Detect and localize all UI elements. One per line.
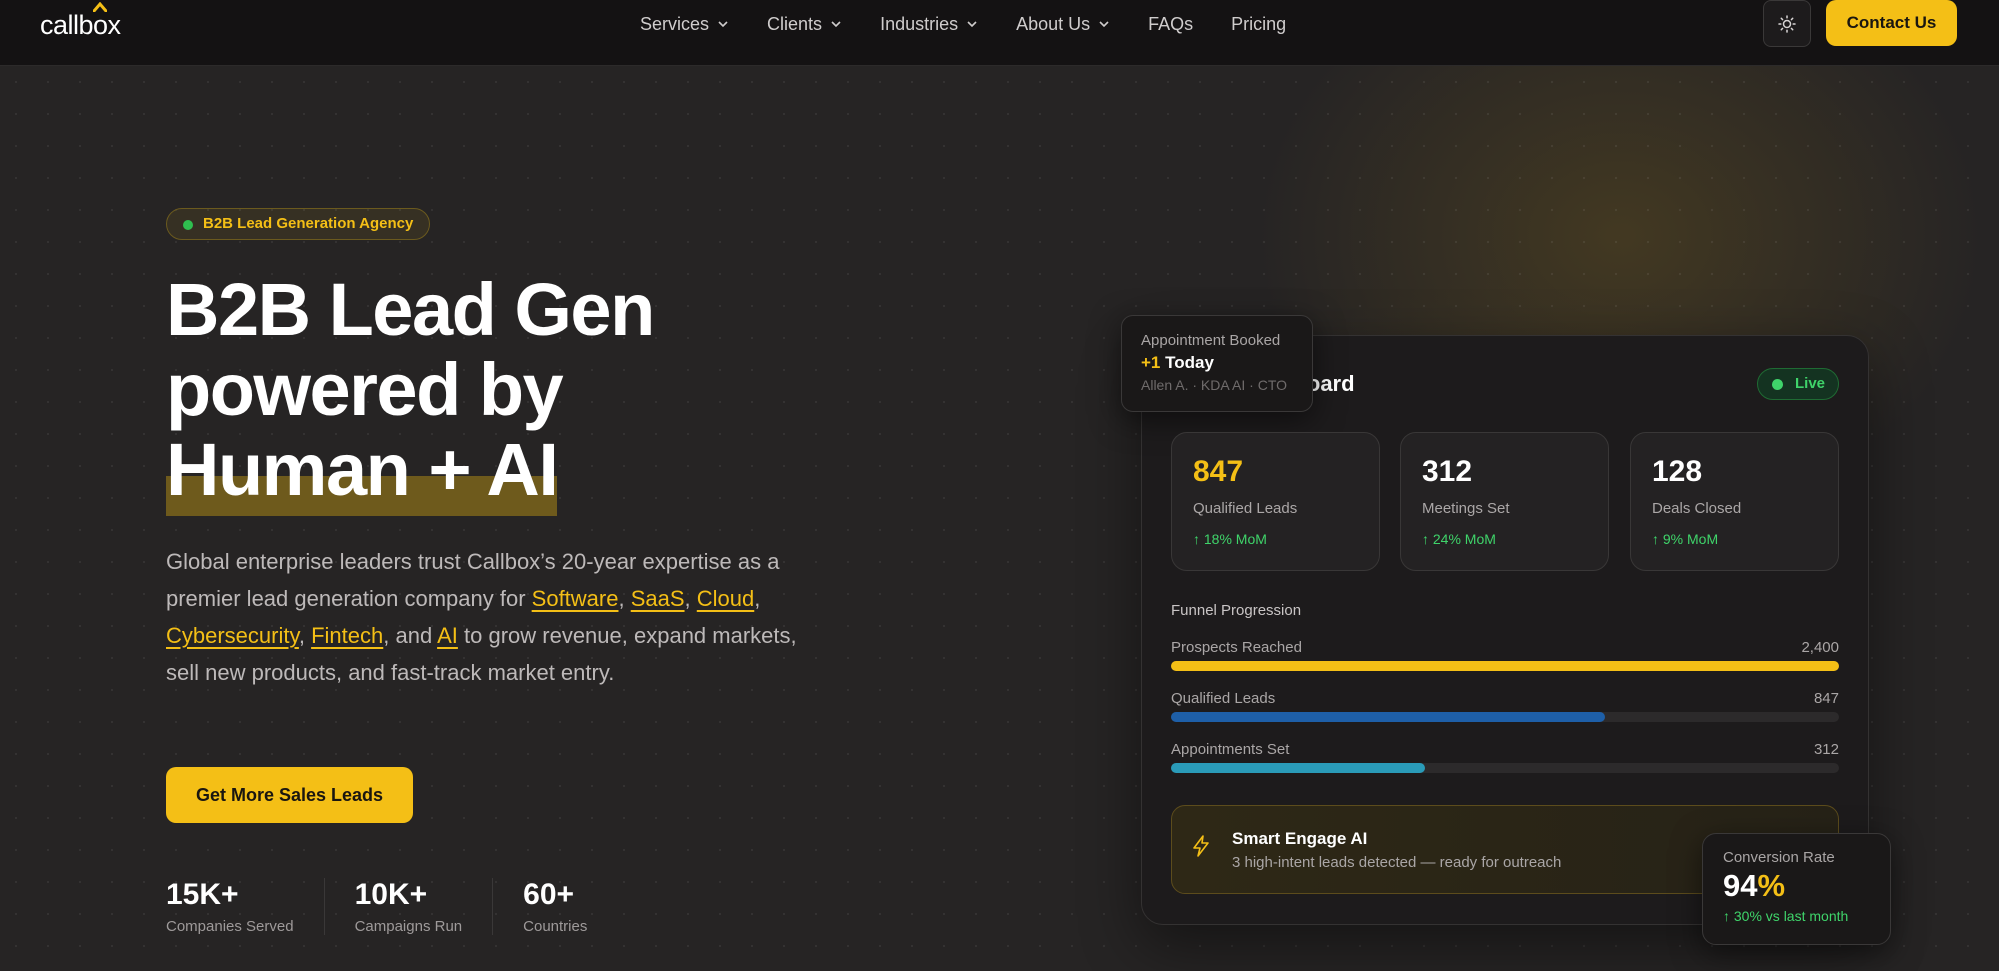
link-fintech[interactable]: Fintech bbox=[311, 623, 383, 648]
stat-campaigns: 10K+ Campaigns Run bbox=[355, 878, 494, 935]
kpi-deals-closed: 128 Deals Closed ↑ 9% MoM bbox=[1630, 432, 1839, 571]
live-dot bbox=[1772, 379, 1783, 390]
nav-item-label: About Us bbox=[1016, 13, 1091, 34]
conversion-value: 94% bbox=[1723, 868, 1890, 904]
kpi-value: 128 bbox=[1652, 455, 1703, 488]
nav-item-label: Pricing bbox=[1231, 13, 1287, 34]
funnel-label: Appointments Set bbox=[1171, 741, 1290, 758]
logo[interactable]: callbox bbox=[40, 10, 121, 41]
chevron-down-icon bbox=[718, 21, 728, 28]
conversion-percent: % bbox=[1757, 868, 1786, 903]
progress-fill bbox=[1171, 712, 1606, 722]
link-cybersecurity[interactable]: Cybersecurity bbox=[166, 623, 299, 648]
funnel-value: 312 bbox=[1813, 741, 1839, 758]
nav-item-industries[interactable]: Industries bbox=[880, 13, 978, 35]
kpi-value: 847 bbox=[1193, 455, 1244, 488]
stat-label: Campaigns Run bbox=[354, 918, 463, 935]
toast-period: Today bbox=[1160, 353, 1214, 372]
toast-increment: +1 bbox=[1141, 353, 1161, 372]
nav-item-pricing[interactable]: Pricing bbox=[1231, 13, 1286, 35]
nav-item-label: Industries bbox=[880, 13, 959, 34]
chevron-down-icon bbox=[1099, 21, 1109, 28]
live-badge: Live bbox=[1757, 368, 1839, 400]
hero-headline: B2B Lead Gen powered by Human + AI bbox=[166, 268, 786, 516]
stat-countries: 60+ Countries bbox=[523, 878, 617, 935]
hero-badge: B2B Lead Generation Agency bbox=[166, 208, 431, 240]
stat-companies: 15K+ Companies Served bbox=[166, 878, 325, 935]
stat-value: 10K+ bbox=[354, 878, 428, 911]
toast-subtitle: Allen A. · KDA AI · CTO bbox=[1141, 377, 1288, 393]
conversion-title: Conversion Rate bbox=[1723, 849, 1835, 866]
funnel-label: Prospects Reached bbox=[1171, 639, 1302, 656]
conversion-rate-card: Conversion Rate 94% ↑ 30% vs last month bbox=[1702, 833, 1891, 945]
nav-item-services[interactable]: Services bbox=[640, 13, 729, 35]
kpi-delta: ↑ 18% MoM bbox=[1193, 531, 1267, 547]
kpi-label: Meetings Set bbox=[1422, 500, 1510, 517]
hero-description: Global enterprise leaders trust Callbox’… bbox=[166, 549, 797, 685]
progress-track bbox=[1171, 763, 1839, 773]
kpi-meetings-set: 312 Meetings Set ↑ 24% MoM bbox=[1400, 432, 1609, 571]
badge-label: B2B Lead Generation Agency bbox=[203, 215, 414, 232]
conversion-delta: ↑ 30% vs last month bbox=[1723, 908, 1849, 924]
kpi-delta: ↑ 9% MoM bbox=[1652, 531, 1719, 547]
progress-track bbox=[1171, 661, 1839, 671]
stat-label: Companies Served bbox=[166, 918, 294, 935]
chevron-down-icon bbox=[831, 21, 841, 28]
nav-item-label: Clients bbox=[767, 13, 823, 34]
funnel-value: 2,400 bbox=[1801, 639, 1839, 656]
get-more-sales-leads-button[interactable]: Get More Sales Leads bbox=[166, 767, 413, 823]
funnel-label: Qualified Leads bbox=[1171, 690, 1276, 707]
toast-value: +1 Today bbox=[1141, 353, 1312, 373]
progress-fill bbox=[1171, 661, 1839, 671]
lightning-icon bbox=[1193, 835, 1209, 857]
desc-start: Global enterprise leaders trust Callbox’… bbox=[166, 549, 780, 611]
logo-caret-icon bbox=[93, 2, 107, 12]
stat-label: Countries bbox=[523, 918, 588, 935]
link-cloud[interactable]: Cloud bbox=[697, 586, 754, 611]
stat-value: 60+ bbox=[523, 878, 575, 911]
headline-line-1: B2B Lead Gen bbox=[166, 268, 655, 351]
progress-track bbox=[1171, 712, 1839, 722]
headline-line-2: powered by bbox=[166, 348, 564, 431]
nav-item-faqs[interactable]: FAQs bbox=[1148, 13, 1193, 35]
nav-item-label: Services bbox=[640, 13, 710, 34]
kpi-qualified-leads: 847 Qualified Leads ↑ 18% MoM bbox=[1171, 432, 1380, 571]
nav-links: Services Clients Industries About Us FAQ… bbox=[640, 13, 1324, 35]
kpi-label: Qualified Leads bbox=[1193, 500, 1298, 517]
nav-item-clients[interactable]: Clients bbox=[767, 13, 842, 35]
stat-value: 15K+ bbox=[166, 878, 239, 911]
conversion-number: 94 bbox=[1723, 868, 1758, 903]
kpi-value: 312 bbox=[1422, 455, 1473, 488]
theme-toggle-button[interactable] bbox=[1763, 0, 1811, 47]
kpi-label: Deals Closed bbox=[1652, 500, 1742, 517]
ai-subtitle: 3 high-intent leads detected — ready for… bbox=[1232, 854, 1562, 871]
toast-title: Appointment Booked bbox=[1141, 332, 1281, 349]
top-nav: callbox Services Clients Industries Abou… bbox=[0, 0, 1999, 66]
chevron-down-icon bbox=[967, 21, 977, 28]
progress-fill bbox=[1171, 763, 1425, 773]
live-label: Live bbox=[1795, 375, 1826, 392]
status-dot bbox=[183, 220, 193, 230]
funnel-title: Funnel Progression bbox=[1171, 602, 1302, 619]
sun-icon bbox=[1778, 14, 1796, 33]
ai-title: Smart Engage AI bbox=[1232, 829, 1368, 848]
funnel-value: 847 bbox=[1813, 690, 1839, 707]
appointment-booked-toast: Appointment Booked +1 Today Allen A. · K… bbox=[1121, 315, 1313, 412]
link-ai[interactable]: AI bbox=[437, 623, 458, 648]
hero-stats: 15K+ Companies Served 10K+ Campaigns Run… bbox=[166, 878, 647, 935]
link-software[interactable]: Software bbox=[532, 586, 619, 611]
nav-item-about-us[interactable]: About Us bbox=[1016, 13, 1110, 35]
kpi-delta: ↑ 24% MoM bbox=[1422, 531, 1496, 547]
link-saas[interactable]: SaaS bbox=[631, 586, 685, 611]
headline-line-3: Human + AI bbox=[166, 428, 559, 516]
nav-item-label: FAQs bbox=[1148, 13, 1194, 34]
contact-us-button[interactable]: Contact Us bbox=[1826, 0, 1957, 46]
